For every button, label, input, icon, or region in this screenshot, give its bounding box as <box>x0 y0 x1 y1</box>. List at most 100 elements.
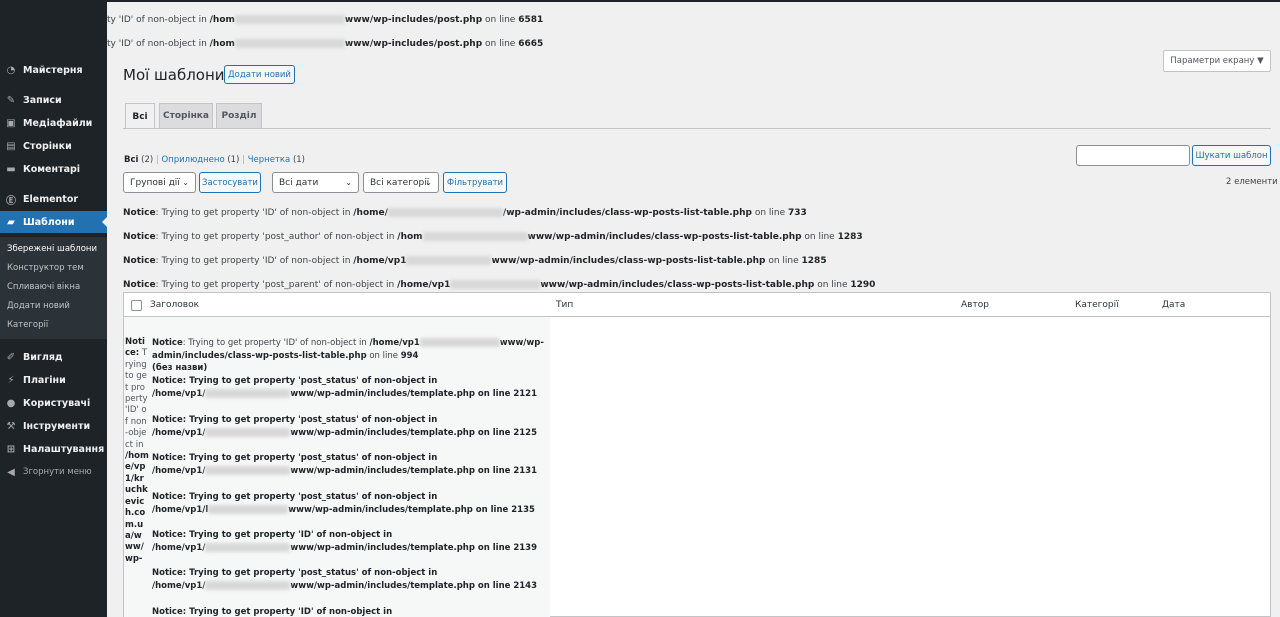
sidebar-item-posts[interactable]: ✎ Записи <box>0 89 107 111</box>
search-input[interactable] <box>1076 145 1190 166</box>
redacted-path <box>422 232 528 241</box>
bulk-actions-select[interactable]: Групові дії ⌄ <box>123 172 196 193</box>
submenu-add-new[interactable]: Додати новий <box>7 301 70 311</box>
sidebar-item-elementor[interactable]: Ⓔ Elementor <box>0 188 107 210</box>
brush-icon: ✐ <box>6 351 16 363</box>
dashboard-icon: ◔ <box>6 64 16 76</box>
submenu-theme-builder[interactable]: Конструктор тем <box>7 263 84 273</box>
sidebar-item-users[interactable]: ● Користувачі <box>0 392 107 414</box>
search-templates-button[interactable]: Шукати шаблон <box>1192 145 1271 166</box>
page-icon: ▤ <box>6 140 16 152</box>
sidebar-item-label: Вигляд <box>23 351 63 363</box>
redacted-path <box>450 280 541 289</box>
bold-notice: Notice: Trying to get property 'post_sta… <box>152 376 537 399</box>
main-content: ty 'ID' of non-object in /hom www/wp-incl… <box>107 2 1280 617</box>
sidebar-item-label: Сторінки <box>23 140 72 152</box>
redacted-path <box>387 208 503 217</box>
notice-line: Notice: Trying to get property 'post_aut… <box>123 232 863 242</box>
add-new-button[interactable]: Додати новий <box>224 65 295 84</box>
tab-section[interactable]: Розділ <box>216 103 262 128</box>
bold-notice: Notice: Trying to get property 'post_sta… <box>152 453 537 476</box>
row-notice: Notice: Trying to get property 'ID' of n… <box>152 338 544 374</box>
table-row: Notice: Trying to get property 'ID' of n… <box>124 317 550 617</box>
redacted-path <box>234 15 345 24</box>
sidebar-item-appearance[interactable]: ✐ Вигляд <box>0 346 107 368</box>
sidebar-item-templates[interactable]: ▰ Шаблони <box>0 211 107 233</box>
user-icon: ● <box>6 397 16 409</box>
bold-notice: Notice: Trying to get property 'post_sta… <box>152 568 537 591</box>
sidebar-item-plugins[interactable]: ⚡ Плагіни <box>0 369 107 391</box>
redacted-path <box>419 338 500 347</box>
filter-button[interactable]: Фільтрувати <box>443 172 507 193</box>
sidebar-item-dashboard[interactable]: ◔ Майстерня <box>0 59 107 81</box>
bold-notice: Notice: Trying to get property 'ID' of n… <box>152 530 537 553</box>
apply-button[interactable]: Застосувати <box>199 172 261 193</box>
view-draft[interactable]: Чернетка <box>248 155 291 165</box>
select-all-checkbox[interactable] <box>131 300 142 311</box>
templates-submenu: Збережені шаблони Конструктор тем Сплива… <box>0 237 107 339</box>
sidebar-item-settings[interactable]: ⊞ Налаштування <box>0 438 107 460</box>
dates-select[interactable]: Всі дати ⌄ <box>272 172 359 193</box>
sidebar-item-label: Шаблони <box>23 216 75 228</box>
top-notice-1: ty 'ID' of non-object in /hom www/wp-incl… <box>107 15 544 25</box>
views-filter: Всі (2) | Оприлюднено (1) | Чернетка (1) <box>124 155 305 165</box>
tab-page[interactable]: Сторінка <box>159 103 213 128</box>
items-count: 2 елементи <box>1226 177 1278 187</box>
sidebar-item-label: Плагіни <box>23 374 66 386</box>
collapse-menu-button[interactable]: ◀ Згорнути меню <box>0 461 107 483</box>
sidebar-item-comments[interactable]: ▬ Коментарі <box>0 158 107 180</box>
sidebar-item-label: Elementor <box>23 193 79 205</box>
sidebar-item-pages[interactable]: ▤ Сторінки <box>0 135 107 157</box>
settings-icon: ⊞ <box>6 443 16 455</box>
folder-icon: ▰ <box>7 216 15 228</box>
column-author: Автор <box>961 300 989 310</box>
view-published[interactable]: Оприлюднено <box>161 155 224 165</box>
wrench-icon: ⚒ <box>6 420 16 432</box>
narrow-notice-column: Notice: Trying to get property 'ID' of n… <box>125 337 149 564</box>
sidebar-item-label: Налаштування <box>23 443 105 455</box>
sidebar-item-label: Записи <box>23 94 62 106</box>
tabs-divider <box>123 128 1271 129</box>
templates-table: Заголовок Тип Автор Категорії Дата Notic… <box>123 292 1271 617</box>
sidebar-item-label: Інструменти <box>23 420 91 432</box>
row-title-link[interactable]: (без назви) <box>152 363 207 373</box>
categories-select[interactable]: Всі категорії ⌄ <box>363 172 439 193</box>
notice-line: Notice: Trying to get property 'ID' of n… <box>123 208 807 218</box>
notice-line: Notice: Trying to get property 'ID' of n… <box>123 256 827 266</box>
page-title: Мої шаблони <box>123 66 225 84</box>
chevron-down-icon: ⌄ <box>182 178 189 187</box>
pin-icon: ✎ <box>6 94 16 106</box>
comment-icon: ▬ <box>6 163 16 175</box>
screen-options-button[interactable]: Параметри екрану ▼ <box>1163 50 1271 72</box>
bold-notice: Notice: Trying to get property 'post_sta… <box>152 492 535 515</box>
submenu-popups[interactable]: Спливаючі вікна <box>7 282 80 292</box>
top-notice-2: ty 'ID' of non-object in /hom www/wp-incl… <box>107 39 544 49</box>
column-date-sort[interactable]: Дата <box>1162 300 1185 310</box>
view-all[interactable]: Всі <box>124 155 138 165</box>
redacted-path <box>406 256 492 265</box>
tab-all[interactable]: Всі <box>125 103 155 129</box>
table-header: Заголовок Тип Автор Категорії Дата <box>124 293 1270 317</box>
redacted-path <box>234 39 345 48</box>
column-type: Тип <box>556 300 574 310</box>
chevron-down-icon: ⌄ <box>345 178 352 187</box>
column-title-sort[interactable]: Заголовок <box>150 300 199 310</box>
submenu-saved-templates[interactable]: Збережені шаблони <box>7 244 97 254</box>
bold-notice: Notice: Trying to get property 'post_sta… <box>152 415 537 438</box>
media-icon: ▣ <box>6 117 16 129</box>
sidebar-item-label: Медіафайли <box>23 117 93 129</box>
chevron-down-icon: ⌄ <box>425 178 432 187</box>
notice-line: Notice: Trying to get property 'post_par… <box>123 280 876 290</box>
column-categories: Категорії <box>1075 300 1119 310</box>
sidebar-item-label: Користувачі <box>23 397 91 409</box>
bold-notice: Notice: Trying to get property 'ID' of n… <box>152 607 393 617</box>
sidebar-item-media[interactable]: ▣ Медіафайли <box>0 112 107 134</box>
collapse-menu-label: Згорнути меню <box>23 467 92 477</box>
sidebar-item-label: Коментарі <box>23 163 81 175</box>
plugin-icon: ⚡ <box>7 374 15 386</box>
submenu-categories[interactable]: Категорії <box>7 320 48 330</box>
elementor-icon: Ⓔ <box>6 195 16 207</box>
collapse-icon: ◀ <box>7 466 15 478</box>
admin-sidebar: ◔ Майстерня ✎ Записи ▣ Медіафайли ▤ Стор… <box>0 2 107 617</box>
sidebar-item-tools[interactable]: ⚒ Інструменти <box>0 415 107 437</box>
